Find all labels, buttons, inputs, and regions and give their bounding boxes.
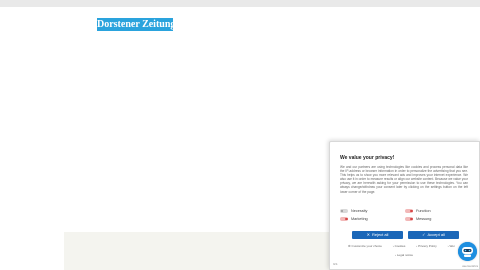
toggle-marketing-label: Marketing: [351, 217, 368, 221]
cookies-link[interactable]: › Cookies: [393, 244, 411, 248]
customize-link-label: Customize your choice: [351, 244, 382, 248]
check-icon: ✓: [422, 232, 426, 237]
switch-function[interactable]: [405, 209, 413, 213]
privacy-policy-link[interactable]: › Privacy Policy: [416, 244, 442, 248]
more-link-label: Wei: [449, 244, 455, 248]
cookies-link-label: Cookies: [394, 244, 406, 248]
consent-body-text: We and our partners are using technologi…: [340, 165, 468, 194]
consent-title: We value your privacy!: [340, 155, 395, 161]
switch-marketing[interactable]: [340, 217, 348, 221]
toggle-necessity-label: Necessity: [351, 209, 368, 213]
chat-bot-button[interactable]: [458, 242, 477, 261]
site-logo[interactable]: Dorstener Zeitung: [97, 18, 173, 31]
reject-all-button[interactable]: ✕ Reject all: [352, 231, 403, 239]
toggle-function-label: Function: [416, 209, 431, 213]
toggle-messung[interactable]: Messung: [405, 217, 431, 221]
accept-all-label: Accept all: [427, 232, 445, 237]
switch-necessity[interactable]: [340, 209, 348, 213]
legal-notice-link[interactable]: › Legal notice: [395, 253, 413, 257]
usercentrics-mark: usercentrics: [462, 264, 479, 268]
privacy-policy-link-label: Privacy Policy: [418, 244, 437, 248]
customize-link[interactable]: ⚙ Customize your choice: [348, 244, 387, 248]
close-icon: ✕: [366, 232, 370, 237]
chat-bot-icon: [458, 242, 477, 261]
consent-settings-badge[interactable]: GS: [333, 262, 337, 266]
reject-all-label: Reject all: [371, 232, 389, 237]
legal-notice-label: Legal notice: [396, 253, 414, 257]
toggle-function[interactable]: Function: [405, 209, 431, 213]
accept-all-button[interactable]: ✓ Accept all: [408, 231, 459, 239]
toggle-necessity[interactable]: Necessity: [340, 209, 367, 213]
switch-messung[interactable]: [405, 217, 413, 221]
toggle-messung-label: Messung: [416, 217, 432, 221]
page-footer-band: [64, 232, 330, 270]
toggle-marketing[interactable]: Marketing: [340, 217, 368, 221]
browser-top-strip: [0, 0, 480, 7]
